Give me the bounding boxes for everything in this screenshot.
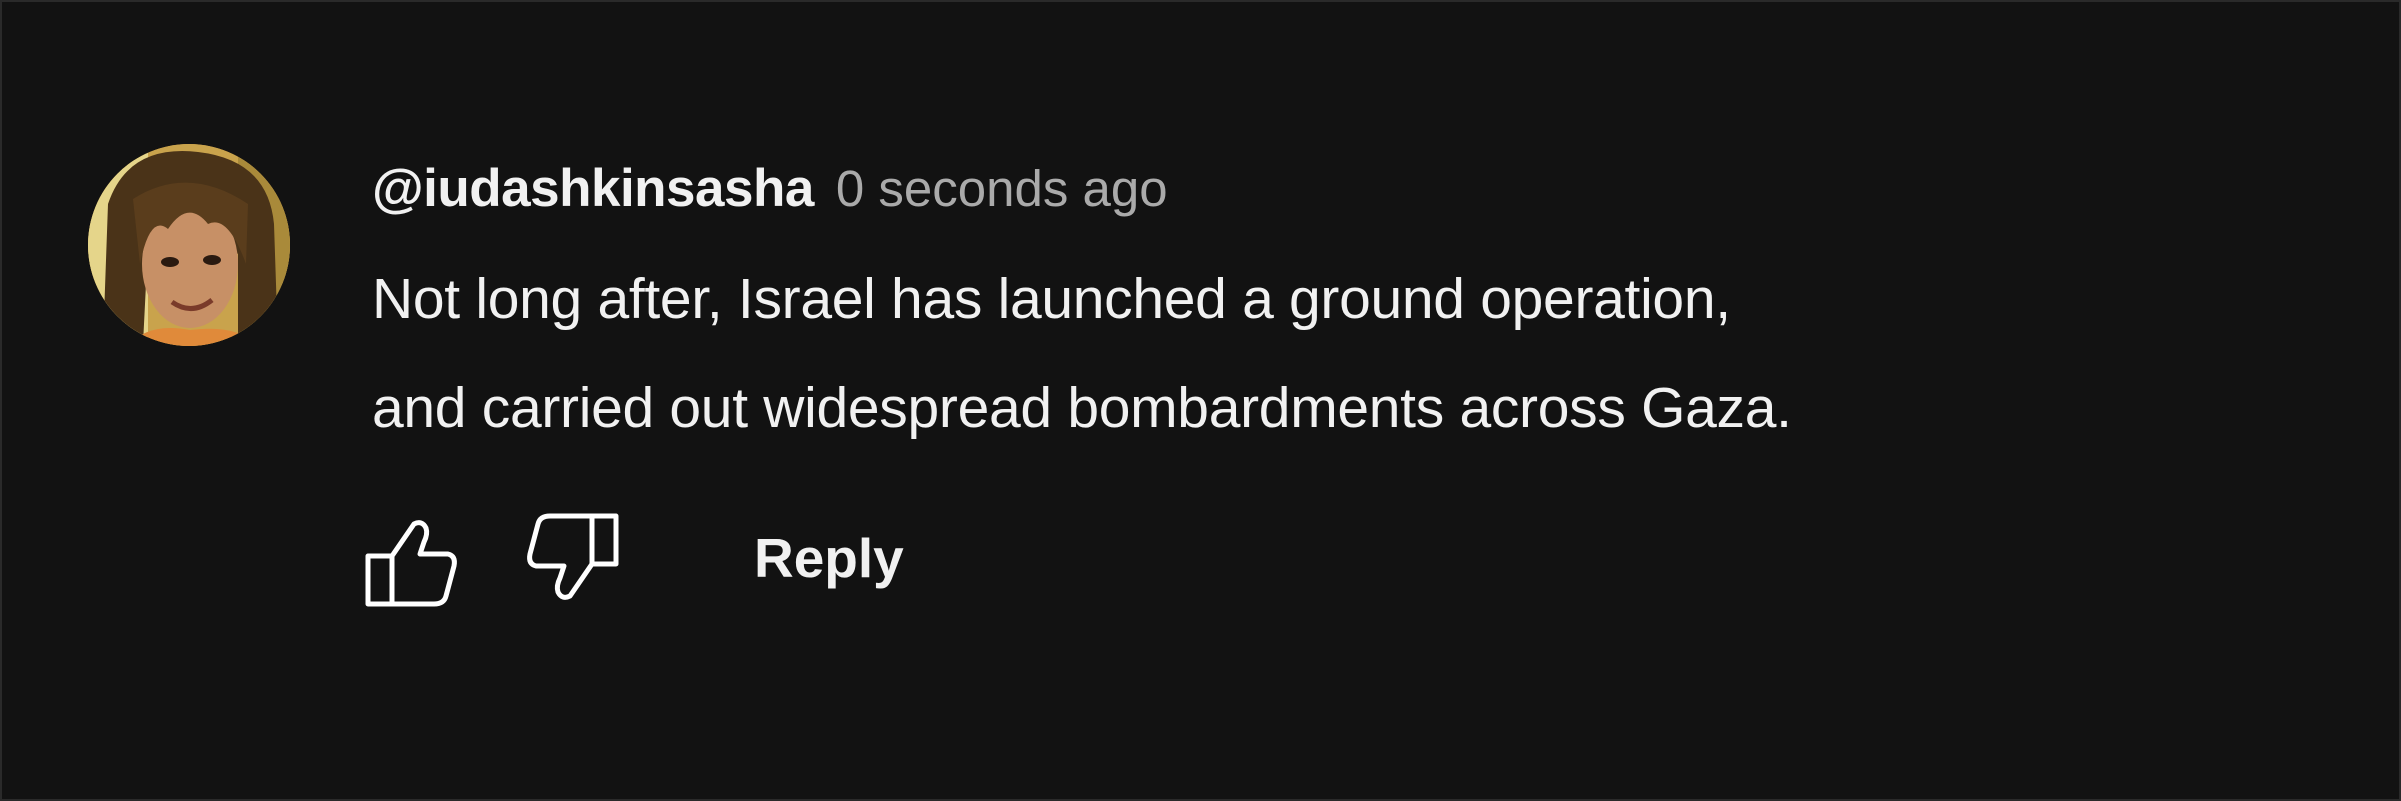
like-button[interactable] <box>362 512 462 612</box>
thumbs-down-icon <box>527 513 619 600</box>
avatar[interactable] <box>88 144 290 346</box>
thumbs-up-icon <box>365 520 457 607</box>
comment-header: @iudashkinsasha 0 seconds ago <box>372 158 1168 228</box>
comment-card: @iudashkinsasha 0 seconds ago Not long a… <box>0 0 2401 801</box>
comment-timestamp[interactable]: 0 seconds ago <box>836 159 1168 218</box>
comment-text-line-2: and carried out widespread bombardments … <box>372 376 1792 440</box>
avatar-image <box>88 144 290 346</box>
reply-button[interactable]: Reply <box>754 526 904 590</box>
comment-text-line-1: Not long after, Israel has launched a gr… <box>372 267 1731 331</box>
dislike-button[interactable] <box>522 508 622 608</box>
author-handle[interactable]: @iudashkinsasha <box>372 158 814 219</box>
